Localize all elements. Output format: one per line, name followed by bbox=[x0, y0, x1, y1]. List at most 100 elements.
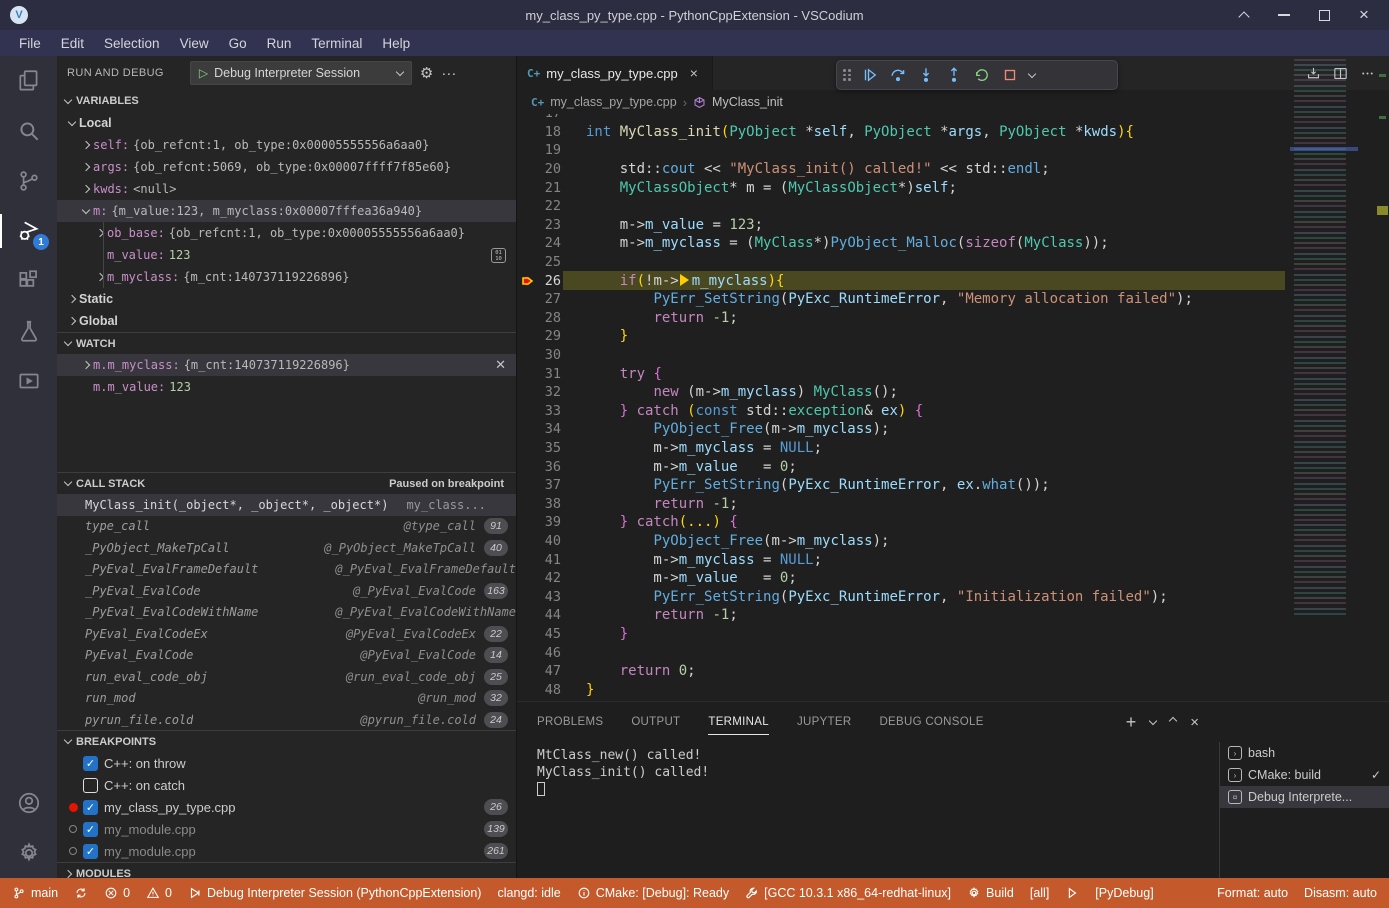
menu-terminal[interactable]: Terminal bbox=[302, 34, 371, 53]
status-item[interactable]: Debug Interpreter Session (PythonCppExte… bbox=[188, 886, 481, 900]
tab-my-class-py-type[interactable]: C+ my_class_py_type.cpp × bbox=[517, 56, 713, 90]
call-stack-frame[interactable]: PyEval_EvalCodeEx@PyEval_EvalCodeEx22 bbox=[57, 623, 516, 645]
variable-row[interactable]: self:{ob_refcnt:1, ob_type:0x00005555556… bbox=[57, 134, 516, 156]
call-stack-frame[interactable]: _PyEval_EvalCodeWithName@_PyEval_EvalCod… bbox=[57, 602, 516, 624]
stop-icon[interactable] bbox=[1001, 66, 1019, 84]
panel-tab-terminal[interactable]: TERMINAL bbox=[708, 702, 769, 742]
breakpoint-row[interactable]: ✓my_module.cpp261 bbox=[57, 840, 516, 862]
terminal-list-item[interactable]: ›bash bbox=[1220, 742, 1389, 764]
status-item[interactable] bbox=[74, 886, 88, 900]
toolbar-drag-handle[interactable] bbox=[843, 69, 851, 81]
menu-go[interactable]: Go bbox=[220, 34, 256, 53]
variables-group-local[interactable]: Local bbox=[57, 112, 516, 134]
status-item[interactable]: [PyDebug] bbox=[1095, 886, 1153, 900]
panel-tab-problems[interactable]: PROBLEMS bbox=[537, 702, 603, 742]
call-stack-frame[interactable]: PyEval_EvalCode@PyEval_EvalCode14 bbox=[57, 645, 516, 667]
watch-row[interactable]: m.m_myclass:{m_cnt:140737119226896}✕ bbox=[57, 354, 516, 376]
breakpoint-checkbox[interactable] bbox=[83, 778, 98, 793]
breadcrumbs[interactable]: C+ my_class_py_type.cpp › MyClass_init bbox=[517, 90, 1389, 114]
watch-section-header[interactable]: WATCH bbox=[57, 332, 516, 354]
status-item[interactable]: 0 bbox=[104, 886, 130, 900]
breakpoint-row[interactable]: ✓my_class_py_type.cpp26 bbox=[57, 796, 516, 818]
status-item[interactable]: [GCC 10.3.1 x86_64-redhat-linux] bbox=[745, 886, 951, 900]
step-over-icon[interactable] bbox=[889, 66, 907, 84]
overview-ruler[interactable] bbox=[1376, 56, 1389, 643]
breakpoint-row[interactable]: ✓C++: on throw bbox=[57, 752, 516, 774]
variable-row[interactable]: m:{m_value:123, m_myclass:0x00007fffea36… bbox=[57, 200, 516, 222]
minimap[interactable] bbox=[1286, 56, 1376, 616]
call-stack-frame[interactable]: type_call@type_call91 bbox=[57, 516, 516, 538]
minimize-button[interactable] bbox=[1267, 3, 1301, 27]
terminal-output[interactable]: MtClass_new() called! MyClass_init() cal… bbox=[537, 748, 709, 802]
modules-section-header[interactable]: MODULES bbox=[57, 862, 516, 878]
variables-section-header[interactable]: VARIABLES bbox=[57, 90, 516, 112]
status-item[interactable]: 0 bbox=[146, 886, 172, 900]
sidebar-more-actions-icon[interactable]: ··· bbox=[441, 65, 456, 82]
call-stack-frame[interactable]: _PyEval_EvalCode@_PyEval_EvalCode163 bbox=[57, 580, 516, 602]
panel-tab-output[interactable]: OUTPUT bbox=[631, 702, 680, 742]
breakpoints-section-header[interactable]: BREAKPOINTS bbox=[57, 730, 516, 752]
terminal-list-item[interactable]: ›CMake: build✓ bbox=[1220, 764, 1389, 786]
run-and-debug-icon[interactable]: 1 bbox=[0, 206, 57, 256]
breakpoint-row[interactable]: ✓my_module.cpp139 bbox=[57, 818, 516, 840]
explorer-icon[interactable] bbox=[0, 56, 57, 106]
call-stack-frame[interactable]: run_eval_code_obj@run_eval_code_obj25 bbox=[57, 666, 516, 688]
extensions-icon[interactable] bbox=[0, 256, 57, 306]
step-into-icon[interactable] bbox=[917, 66, 935, 84]
menu-selection[interactable]: Selection bbox=[95, 34, 169, 53]
source-control-icon[interactable] bbox=[0, 156, 57, 206]
menu-edit[interactable]: Edit bbox=[52, 34, 93, 53]
panel-tab-jupyter[interactable]: JUPYTER bbox=[797, 702, 852, 742]
maximize-button[interactable] bbox=[1307, 3, 1341, 27]
breakpoint-checkbox[interactable]: ✓ bbox=[83, 822, 98, 837]
settings-gear-icon[interactable] bbox=[0, 828, 57, 878]
testing-icon[interactable] bbox=[0, 306, 57, 356]
breakpoint-row[interactable]: C++: on catch bbox=[57, 774, 516, 796]
close-panel-icon[interactable]: × bbox=[1190, 714, 1199, 731]
search-icon[interactable] bbox=[0, 106, 57, 156]
binary-view-icon[interactable]: 0110 bbox=[491, 248, 506, 263]
call-stack-frame[interactable]: MyClass_init(_object*, _object*, _object… bbox=[57, 494, 516, 516]
step-out-icon[interactable] bbox=[945, 66, 963, 84]
menu-view[interactable]: View bbox=[171, 34, 218, 53]
account-icon[interactable] bbox=[0, 778, 57, 828]
breadcrumb-symbol[interactable]: MyClass_init bbox=[712, 95, 783, 109]
call-stack-frame[interactable]: run_mod@run_mod32 bbox=[57, 688, 516, 710]
status-item[interactable]: main bbox=[12, 886, 58, 900]
call-stack-section-header[interactable]: CALL STACK Paused on breakpoint bbox=[57, 472, 516, 494]
call-stack-frame[interactable]: _PyEval_EvalFrameDefault@_PyEval_EvalFra… bbox=[57, 559, 516, 581]
tab-close-icon[interactable]: × bbox=[690, 65, 698, 81]
call-stack-frame[interactable]: pyrun_file.cold@pyrun_file.cold24 bbox=[57, 709, 516, 731]
variable-row[interactable]: m_myclass:{m_cnt:140737119226896} bbox=[57, 266, 516, 288]
status-item[interactable] bbox=[1065, 886, 1079, 900]
watch-row[interactable]: m.m_value:123 bbox=[57, 376, 516, 398]
status-item[interactable]: Format: auto bbox=[1217, 886, 1288, 900]
panel-toggle-icon[interactable] bbox=[1227, 3, 1261, 27]
terminal-list-item[interactable]: ¤Debug Interprete... bbox=[1220, 786, 1389, 808]
restart-icon[interactable] bbox=[973, 66, 991, 84]
close-button[interactable]: × bbox=[1347, 3, 1381, 27]
stop-dropdown-icon[interactable] bbox=[1028, 69, 1036, 77]
menu-run[interactable]: Run bbox=[258, 34, 301, 53]
terminal-dropdown-icon[interactable] bbox=[1149, 717, 1157, 725]
debug-config-dropdown[interactable]: ▷ Debug Interpreter Session bbox=[190, 61, 412, 85]
remove-watch-icon[interactable]: ✕ bbox=[495, 357, 506, 373]
menu-help[interactable]: Help bbox=[373, 34, 419, 53]
breadcrumb-file[interactable]: my_class_py_type.cpp bbox=[550, 95, 676, 109]
debug-settings-gear-icon[interactable]: ⚙ bbox=[420, 64, 433, 82]
variables-group-global[interactable]: Global bbox=[57, 310, 516, 332]
status-item[interactable]: Build bbox=[967, 886, 1014, 900]
status-item[interactable]: CMake: [Debug]: Ready bbox=[577, 886, 729, 900]
variable-row[interactable]: kwds:<null> bbox=[57, 178, 516, 200]
panel-tab-debug-console[interactable]: DEBUG CONSOLE bbox=[879, 702, 983, 742]
status-item[interactable]: [all] bbox=[1030, 886, 1049, 900]
variable-row[interactable]: args:{ob_refcnt:5069, ob_type:0x00007fff… bbox=[57, 156, 516, 178]
variable-row[interactable]: ob_base:{ob_refcnt:1, ob_type:0x00005555… bbox=[57, 222, 516, 244]
continue-icon[interactable] bbox=[861, 66, 879, 84]
code-editor[interactable]: 1718int MyClass_init(PyObject *self, PyO… bbox=[517, 114, 1389, 701]
breakpoint-checkbox[interactable]: ✓ bbox=[83, 844, 98, 859]
new-terminal-icon[interactable]: + bbox=[1126, 712, 1137, 733]
variables-group-static[interactable]: Static bbox=[57, 288, 516, 310]
status-item[interactable]: Disasm: auto bbox=[1304, 886, 1377, 900]
maximize-panel-icon[interactable] bbox=[1169, 717, 1177, 725]
